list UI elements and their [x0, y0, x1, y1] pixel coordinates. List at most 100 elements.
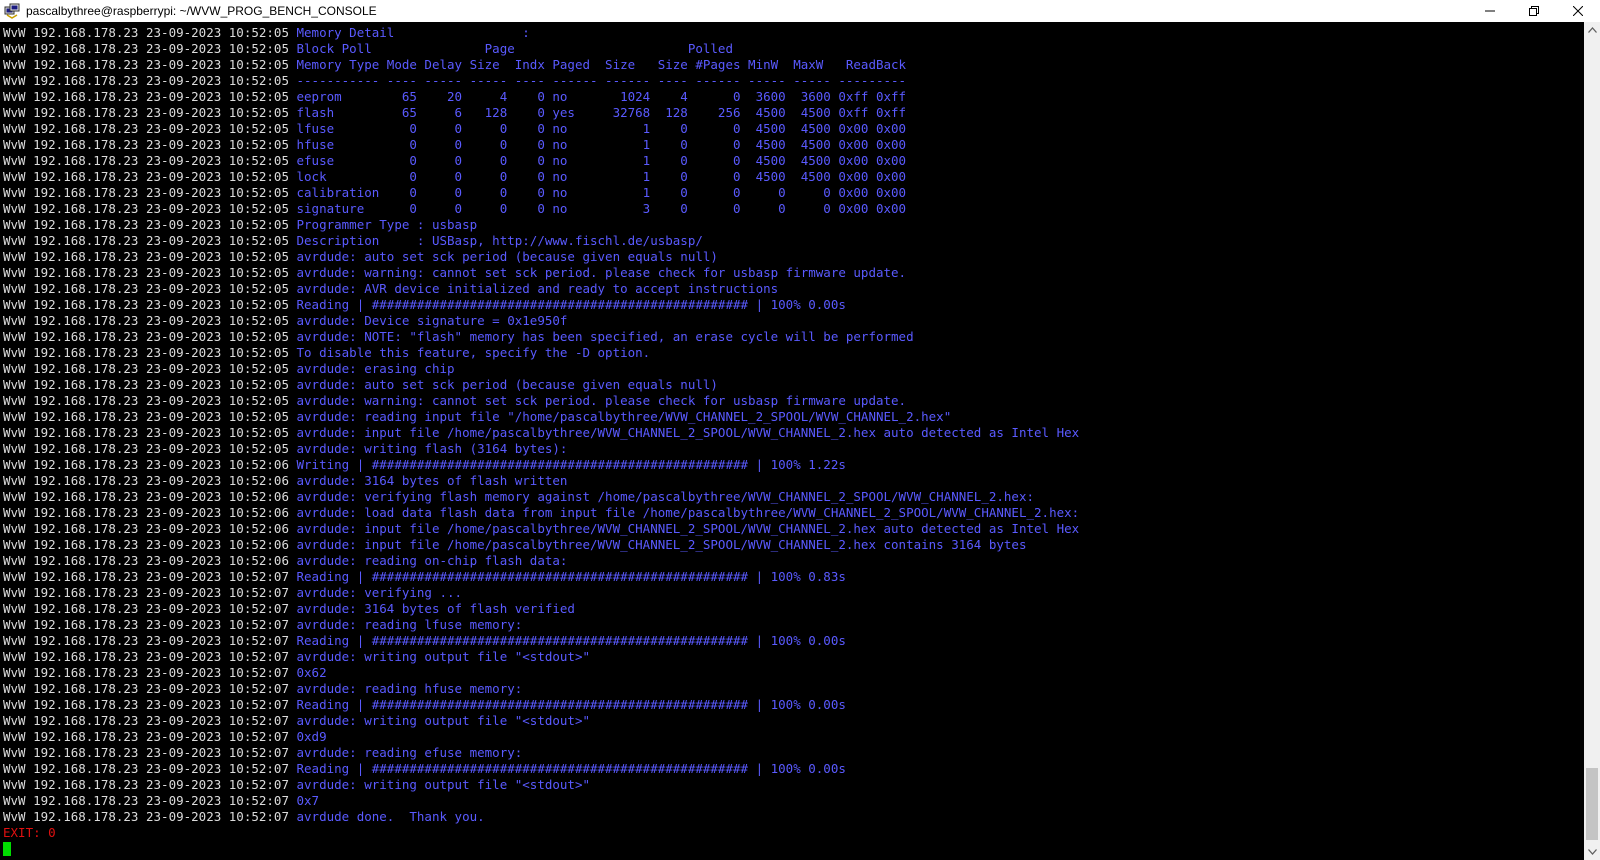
line-message: Block Poll Page Polled — [296, 41, 734, 56]
line-prefix: WvW 192.168.178.23 23-09-2023 10:52:07 — [3, 585, 297, 600]
line-prefix: WvW 192.168.178.23 23-09-2023 10:52:07 — [3, 713, 297, 728]
line-prefix: WvW 192.168.178.23 23-09-2023 10:52:05 — [3, 217, 297, 232]
terminal-line: WvW 192.168.178.23 23-09-2023 10:52:07 R… — [3, 569, 1079, 585]
terminal-line: WvW 192.168.178.23 23-09-2023 10:52:05 a… — [3, 377, 1079, 393]
line-prefix: WvW 192.168.178.23 23-09-2023 10:52:07 — [3, 617, 297, 632]
line-prefix: WvW 192.168.178.23 23-09-2023 10:52:07 — [3, 729, 297, 744]
line-prefix: WvW 192.168.178.23 23-09-2023 10:52:07 — [3, 777, 297, 792]
line-prefix: WvW 192.168.178.23 23-09-2023 10:52:06 — [3, 521, 297, 536]
scroll-down-button[interactable] — [1584, 844, 1600, 860]
line-message: Reading | ##############################… — [296, 569, 846, 584]
line-prefix: WvW 192.168.178.23 23-09-2023 10:52:05 — [3, 313, 297, 328]
restore-button[interactable] — [1512, 0, 1556, 22]
line-message: 0x7 — [296, 793, 320, 808]
chevron-down-icon — [1587, 849, 1597, 855]
terminal-line: WvW 192.168.178.23 23-09-2023 10:52:06 a… — [3, 521, 1079, 537]
line-prefix: WvW 192.168.178.23 23-09-2023 10:52:05 — [3, 265, 297, 280]
line-message: Memory Type Mode Delay Size Indx Paged S… — [296, 57, 907, 72]
terminal-line: WvW 192.168.178.23 23-09-2023 10:52:07 R… — [3, 761, 1079, 777]
terminal-line: WvW 192.168.178.23 23-09-2023 10:52:05 M… — [3, 57, 1079, 73]
line-prefix: WvW 192.168.178.23 23-09-2023 10:52:07 — [3, 601, 297, 616]
terminal-line: WvW 192.168.178.23 23-09-2023 10:52:07 a… — [3, 681, 1079, 697]
line-prefix: WvW 192.168.178.23 23-09-2023 10:52:06 — [3, 457, 297, 472]
line-message: avrdude: reading on-chip flash data: — [296, 553, 568, 568]
terminal-line: WvW 192.168.178.23 23-09-2023 10:52:06 a… — [3, 553, 1079, 569]
line-message: avrdude: verifying ... — [296, 585, 463, 600]
terminal-line: WvW 192.168.178.23 23-09-2023 10:52:05 e… — [3, 89, 1079, 105]
terminal-line: WvW 192.168.178.23 23-09-2023 10:52:06 a… — [3, 537, 1079, 553]
line-message: hfuse 0 0 0 0 no 1 0 0 4500 4500 0x00 0x… — [296, 137, 907, 152]
line-prefix: WvW 192.168.178.23 23-09-2023 10:52:05 — [3, 121, 297, 136]
line-prefix: WvW 192.168.178.23 23-09-2023 10:52:05 — [3, 345, 297, 360]
line-message: avrdude: reading lfuse memory: — [296, 617, 523, 632]
window-title: pascalbythree@raspberrypi: ~/WVW_PROG_BE… — [26, 4, 377, 18]
line-message: Reading | ##############################… — [296, 633, 846, 648]
terminal-line: WvW 192.168.178.23 23-09-2023 10:52:07 a… — [3, 617, 1079, 633]
line-message: avrdude: verifying flash memory against … — [296, 489, 1035, 504]
line-message: flash 65 6 128 0 yes 32768 128 256 4500 … — [296, 105, 907, 120]
terminal-line: WvW 192.168.178.23 23-09-2023 10:52:05 a… — [3, 441, 1079, 457]
terminal-line: WvW 192.168.178.23 23-09-2023 10:52:05 c… — [3, 185, 1079, 201]
line-message: avrdude: NOTE: "flash" memory has been s… — [296, 329, 914, 344]
line-prefix: WvW 192.168.178.23 23-09-2023 10:52:05 — [3, 249, 297, 264]
line-message: Reading | ##############################… — [296, 761, 846, 776]
terminal-line: WvW 192.168.178.23 23-09-2023 10:52:05 a… — [3, 329, 1079, 345]
line-prefix: WvW 192.168.178.23 23-09-2023 10:52:05 — [3, 57, 297, 72]
terminal-line: WvW 192.168.178.23 23-09-2023 10:52:07 0… — [3, 729, 1079, 745]
line-message: Writing | ##############################… — [296, 457, 846, 472]
line-message: avrdude: 3164 bytes of flash verified — [296, 601, 575, 616]
close-icon — [1573, 6, 1583, 16]
terminal-line: WvW 192.168.178.23 23-09-2023 10:52:05 f… — [3, 105, 1079, 121]
line-message: avrdude: erasing chip — [296, 361, 455, 376]
line-prefix: WvW 192.168.178.23 23-09-2023 10:52:05 — [3, 105, 297, 120]
terminal-line: WvW 192.168.178.23 23-09-2023 10:52:05 B… — [3, 41, 1079, 57]
line-message: avrdude done. Thank you. — [296, 809, 485, 824]
exit-status: EXIT: 0 — [3, 825, 56, 840]
terminal-line: WvW 192.168.178.23 23-09-2023 10:52:07 a… — [3, 809, 1079, 825]
terminal-line: WvW 192.168.178.23 23-09-2023 10:52:07 a… — [3, 649, 1079, 665]
scrollbar-thumb[interactable] — [1586, 768, 1598, 840]
minimize-button[interactable] — [1468, 0, 1512, 22]
title-bar[interactable]: pascalbythree@raspberrypi: ~/WVW_PROG_BE… — [0, 0, 1600, 22]
line-message: avrdude: reading hfuse memory: — [296, 681, 523, 696]
terminal-line: WvW 192.168.178.23 23-09-2023 10:52:06 a… — [3, 489, 1079, 505]
line-prefix: WvW 192.168.178.23 23-09-2023 10:52:06 — [3, 489, 297, 504]
line-message: Description : USBasp, http://www.fischl.… — [296, 233, 703, 248]
line-message: Reading | ##############################… — [296, 697, 846, 712]
terminal-line: WvW 192.168.178.23 23-09-2023 10:52:07 0… — [3, 665, 1079, 681]
close-button[interactable] — [1556, 0, 1600, 22]
terminal-line: WvW 192.168.178.23 23-09-2023 10:52:05 -… — [3, 73, 1079, 89]
vertical-scrollbar[interactable] — [1584, 22, 1600, 860]
line-message: ----------- ---- ----- ----- ---- ------… — [296, 73, 907, 88]
line-message: avrdude: input file /home/pascalbythree/… — [296, 425, 1080, 440]
line-message: avrdude: writing output file "<stdout>" — [296, 777, 591, 792]
line-message: eeprom 65 20 4 0 no 1024 4 0 3600 3600 0… — [296, 89, 907, 104]
line-prefix: WvW 192.168.178.23 23-09-2023 10:52:05 — [3, 73, 297, 88]
line-prefix: WvW 192.168.178.23 23-09-2023 10:52:05 — [3, 377, 297, 392]
restore-icon — [1529, 6, 1539, 16]
terminal-line: WvW 192.168.178.23 23-09-2023 10:52:07 R… — [3, 633, 1079, 649]
line-message: avrdude: auto set sck period (because gi… — [296, 377, 718, 392]
terminal-line: WvW 192.168.178.23 23-09-2023 10:52:06 a… — [3, 473, 1079, 489]
line-prefix: WvW 192.168.178.23 23-09-2023 10:52:05 — [3, 393, 297, 408]
chevron-up-icon — [1587, 27, 1597, 33]
line-prefix: WvW 192.168.178.23 23-09-2023 10:52:07 — [3, 569, 297, 584]
terminal-line: WvW 192.168.178.23 23-09-2023 10:52:07 a… — [3, 601, 1079, 617]
line-message: signature 0 0 0 0 no 3 0 0 0 0 0x00 0x00 — [296, 201, 907, 216]
line-prefix: WvW 192.168.178.23 23-09-2023 10:52:05 — [3, 281, 297, 296]
line-prefix: WvW 192.168.178.23 23-09-2023 10:52:07 — [3, 681, 297, 696]
scroll-up-button[interactable] — [1584, 22, 1600, 38]
line-message: avrdude: warning: cannot set sck period.… — [296, 393, 907, 408]
putty-icon[interactable] — [4, 3, 20, 19]
line-message: avrdude: reading efuse memory: — [296, 745, 523, 760]
line-prefix: WvW 192.168.178.23 23-09-2023 10:52:05 — [3, 89, 297, 104]
terminal-line: WvW 192.168.178.23 23-09-2023 10:52:07 a… — [3, 585, 1079, 601]
line-message: 0xd9 — [296, 729, 327, 744]
line-message: avrdude: 3164 bytes of flash written — [296, 473, 568, 488]
terminal-output[interactable]: WvW 192.168.178.23 23-09-2023 10:52:05 M… — [0, 22, 1584, 860]
terminal-line: WvW 192.168.178.23 23-09-2023 10:52:05 l… — [3, 121, 1079, 137]
line-message: avrdude: warning: cannot set sck period.… — [296, 265, 907, 280]
line-prefix: WvW 192.168.178.23 23-09-2023 10:52:05 — [3, 441, 297, 456]
line-prefix: WvW 192.168.178.23 23-09-2023 10:52:05 — [3, 425, 297, 440]
terminal-line: WvW 192.168.178.23 23-09-2023 10:52:07 R… — [3, 697, 1079, 713]
